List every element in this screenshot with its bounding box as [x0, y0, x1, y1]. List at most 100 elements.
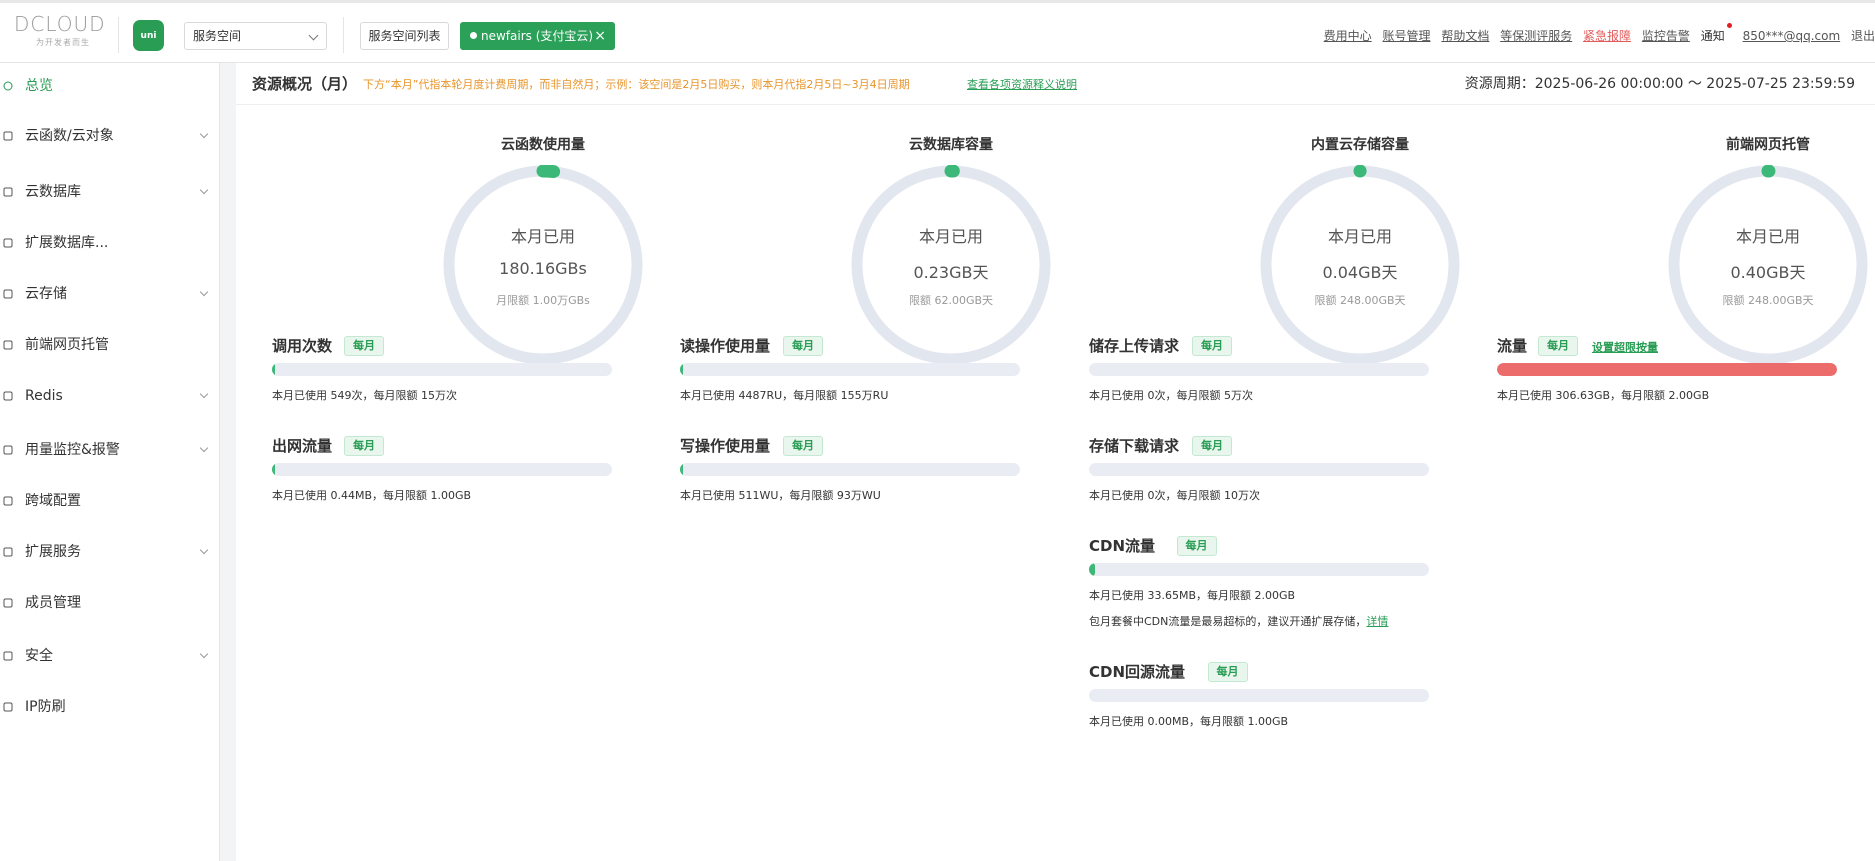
resource-explanation-link[interactable]: 查看各项资源释义说明 — [967, 76, 1077, 92]
link-billing[interactable]: 费用中心 — [1324, 29, 1372, 43]
gauge-title: 内置云存储容量 — [1311, 137, 1409, 153]
notice-button[interactable]: 通知 — [1700, 23, 1732, 43]
alarm-icon — [3, 445, 13, 455]
top-links: 费用中心 账号管理 帮助文档 等保测评服务 紧急报障 监控告警 通知 850**… — [1324, 23, 1875, 44]
current-space-label: newfairs (支付宝云) — [481, 29, 594, 43]
usage-bar — [1089, 563, 1429, 576]
monthly-badge: 每月 — [1207, 662, 1248, 682]
sidebar-item-label: 扩展服务 — [25, 544, 81, 560]
current-space-tag[interactable]: newfairs (支付宝云) × — [460, 22, 615, 50]
usage-text: 本月已使用 0.00MB，每月限额 1.00GB — [1089, 715, 1289, 728]
link-emergency[interactable]: 紧急报障 — [1583, 29, 1631, 43]
dcloud-logo[interactable]: DCLOUD 为开发者而生 — [14, 13, 106, 49]
notice-label: 通知 — [1700, 29, 1725, 43]
gauge-value: 0.40GB天 — [1730, 263, 1806, 282]
uni-icon-label: uni — [140, 30, 157, 41]
usage-text: 本月已使用 33.65MB，每月限额 2.00GB — [1089, 589, 1296, 602]
monthly-badge: 每月 — [783, 436, 823, 456]
sidebar-item-label: 安全 — [25, 648, 53, 664]
user-icon — [3, 598, 13, 608]
gauge-title: 前端网页托管 — [1726, 137, 1810, 153]
link-help[interactable]: 帮助文档 — [1441, 29, 1489, 43]
sidebar-item-label: Redis — [25, 388, 63, 404]
sidebar: 总览云函数/云对象 云数据库扩展数据库... 云存储前端网页托管 Redis 用量监控&… — [0, 63, 220, 861]
link-logout[interactable]: 退出 — [1851, 29, 1875, 43]
space-select-value: 服务空间 — [193, 29, 242, 43]
chevron-down-icon — [308, 30, 319, 41]
chevron-down-icon — [199, 287, 209, 297]
sidebar-item[interactable]: 云数据库 — [0, 177, 220, 207]
gauge-limit: 限额 62.00GB天 — [908, 294, 994, 307]
link-account[interactable]: 账号管理 — [1383, 29, 1431, 43]
sidebar-item[interactable]: 扩展数据库... — [0, 228, 220, 258]
sidebar-item[interactable]: IP防刷 — [0, 692, 220, 722]
close-icon[interactable]: × — [594, 22, 606, 50]
sidebar-item[interactable]: 总览 — [0, 71, 220, 101]
usage-bar — [1089, 363, 1429, 376]
usage-text: 本月已使用 0次，每月限额 10万次 — [1089, 489, 1260, 502]
sidebar-item[interactable]: 安全 — [0, 641, 220, 671]
usage-bar — [680, 463, 1020, 476]
sidebar-item[interactable]: Redis — [0, 381, 220, 411]
metric-name: CDN流量 — [1089, 537, 1156, 555]
sidebar-item[interactable]: 成员管理 — [0, 588, 220, 618]
link-user[interactable]: 850***@qq.com — [1743, 29, 1841, 43]
main-panel: 资源概况（月） 下方“本月”代指本轮月度计费周期，而非自然月；示例：该空间是2月… — [236, 63, 1875, 861]
redis-icon — [3, 391, 13, 401]
gauge-title: 云数据库容量 — [909, 137, 993, 153]
link-monitor[interactable]: 监控告警 — [1642, 29, 1690, 43]
monthly-badge: 每月 — [783, 336, 823, 356]
sidebar-item-label: 扩展数据库... — [25, 235, 109, 251]
overview-bar: 资源概况（月） 下方“本月”代指本轮月度计费周期，而非自然月；示例：该空间是2月… — [236, 63, 1875, 105]
usage-bar-fill — [1089, 563, 1095, 576]
sidebar-item-label: 总览 — [25, 78, 53, 94]
space-select[interactable]: 服务空间 — [184, 22, 327, 50]
sidebar-item[interactable]: 云函数/云对象 — [0, 121, 220, 151]
sidebar-item[interactable]: 云存储 — [0, 279, 220, 309]
top-header: DCLOUD 为开发者而生 uni 服务空间 服务空间列表 newfairs (… — [0, 0, 1875, 63]
usage-bar-fill — [272, 363, 275, 376]
usage-text: 本月已使用 511WU，每月限额 93万WU — [680, 489, 881, 502]
chevron-down-icon — [199, 443, 209, 453]
chevron-down-icon — [199, 129, 209, 139]
metric-name: 调用次数 — [272, 337, 333, 355]
sidebar-item[interactable]: 用量监控&报警 — [0, 435, 220, 465]
overview-title: 资源概况（月） — [252, 75, 358, 93]
gauge-limit: 限额 248.00GB天 — [1314, 294, 1406, 307]
uni-icon[interactable]: uni — [133, 20, 164, 51]
sidebar-item[interactable]: 跨域配置 — [0, 486, 220, 516]
chevron-down-icon — [199, 649, 209, 659]
space-list-button[interactable]: 服务空间列表 — [360, 22, 449, 50]
sidebar-item-label: 成员管理 — [25, 595, 81, 611]
header-divider — [118, 17, 119, 53]
monthly-badge: 每月 — [1192, 436, 1232, 456]
monthly-badge: 每月 — [344, 436, 384, 456]
link-assessment[interactable]: 等保测评服务 — [1500, 29, 1572, 43]
gauge-label: 本月已用 — [510, 227, 575, 246]
shield-icon — [3, 651, 13, 661]
usage-bar — [272, 463, 612, 476]
metric-name: 存储下载请求 — [1089, 437, 1180, 455]
usage-text: 本月已使用 0.44MB，每月限额 1.00GB — [272, 489, 472, 502]
usage-bar — [680, 363, 1020, 376]
cdn-tip-text: 包月套餐中CDN流量是最易超标的，建议开通扩展存储， — [1089, 615, 1367, 628]
sidebar-item[interactable]: 扩展服务 — [0, 537, 220, 567]
cdn-tip-detail-link[interactable]: 详情 — [1366, 615, 1388, 628]
usage-bar-fill — [680, 463, 683, 476]
usage-bar-fill — [272, 463, 275, 476]
metric-name: 储存上传请求 — [1089, 337, 1180, 355]
usage-text: 本月已使用 4487RU，每月限额 155万RU — [680, 389, 889, 402]
sidebar-item-label: 用量监控&报警 — [25, 442, 120, 458]
resource-period: 资源周期：2025-06-26 00:00:00 〜 2025-07-25 23… — [1464, 76, 1855, 92]
cors-icon — [3, 496, 13, 506]
shield-check-icon — [3, 702, 13, 712]
gauge-value: 180.16GBs — [499, 259, 587, 278]
gauge-label: 本月已用 — [1327, 227, 1392, 246]
sidebar-item[interactable]: 前端网页托管 — [0, 330, 220, 360]
chevron-down-icon — [199, 185, 209, 195]
monthly-badge: 每月 — [1176, 536, 1217, 556]
grid-icon — [3, 547, 13, 557]
usage-text: 本月已使用 549次，每月限额 15万次 — [272, 389, 457, 402]
logo-slogan: 为开发者而生 — [36, 38, 90, 47]
set-overage-link[interactable]: 设置超限按量 — [1592, 339, 1658, 355]
